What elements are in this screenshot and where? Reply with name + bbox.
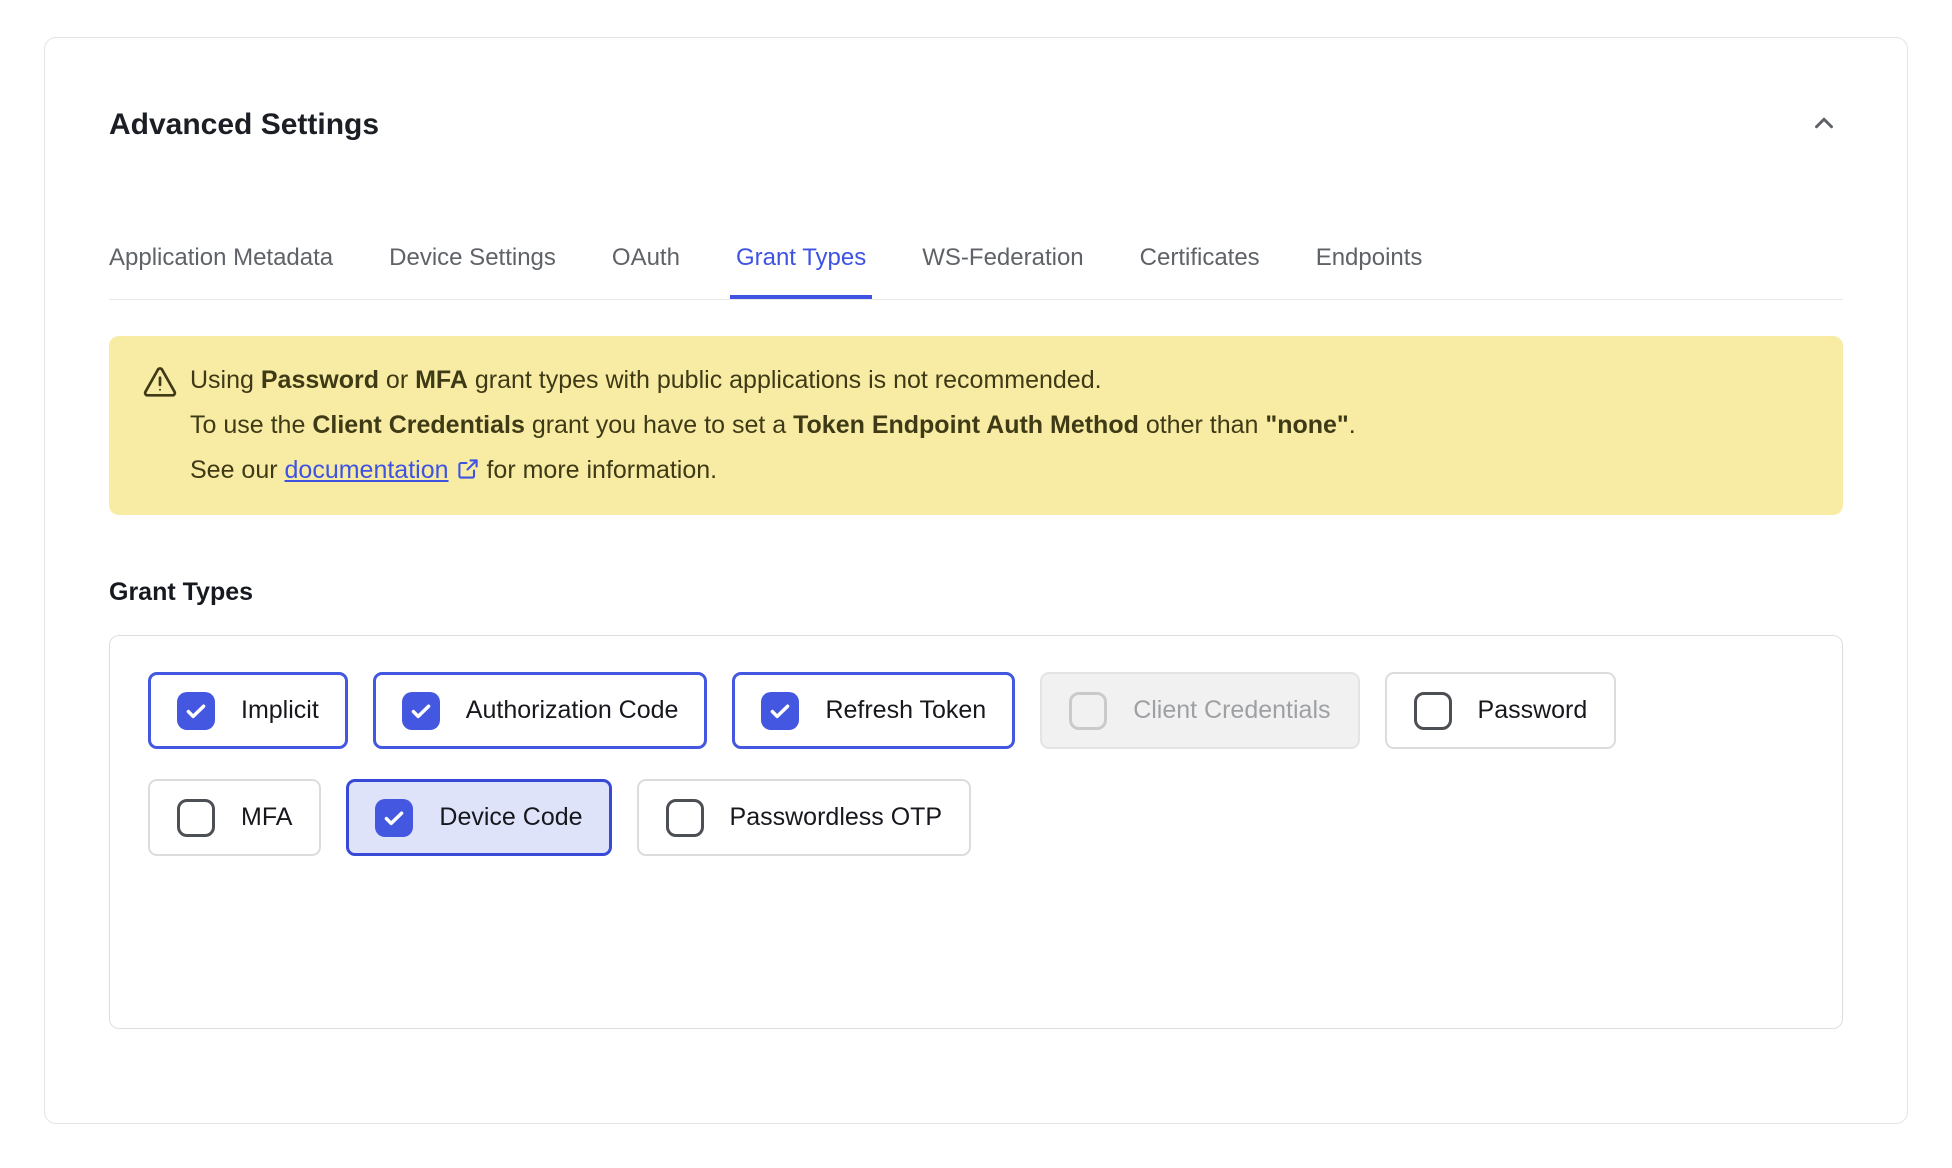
warning-text-segment: See our [190,456,285,484]
warning-text-segment: or [379,366,415,394]
grant-type-client-credentials: Client Credentials [1040,672,1359,749]
warning-text-segment: grant you have to set a [525,411,793,439]
warning-text-segment: for more information. [480,456,718,484]
grant-type-label: Device Code [439,803,582,832]
tabs: Application MetadataDevice SettingsOAuth… [109,243,1843,300]
warning-bold-text: Password [261,366,379,394]
tab-grant-types[interactable]: Grant Types [730,243,872,299]
advanced-settings-card: Advanced Settings Application Metadata De… [44,37,1908,1124]
grant-type-device-code[interactable]: Device Code [346,779,611,856]
grant-type-password[interactable]: Password [1385,672,1617,749]
tab-ws-federation[interactable]: WS-Federation [916,243,1089,299]
checkbox-checked-icon [375,799,413,837]
tab-oauth[interactable]: OAuth [606,243,686,299]
checkbox-checked-icon [402,692,440,730]
warning-text-segment: Using [190,366,261,394]
grant-type-label: Client Credentials [1133,696,1330,725]
grant-type-label: Implicit [241,696,319,725]
tab-application-metadata[interactable]: Application Metadata [103,243,339,299]
grant-type-label: Refresh Token [825,696,986,725]
checkbox-unchecked-icon [1069,692,1107,730]
grant-type-refresh-token[interactable]: Refresh Token [732,672,1015,749]
grant-type-mfa[interactable]: MFA [148,779,321,856]
tab-certificates[interactable]: Certificates [1134,243,1266,299]
warning-line-1: Using Password or MFA grant types with p… [190,358,1356,403]
warning-line-3: See our documentation for more informati… [190,448,1356,493]
warning-line-2: To use the Client Credentials grant you … [190,403,1356,448]
chevron-up-icon [1809,108,1839,141]
grant-type-passwordless-otp[interactable]: Passwordless OTP [637,779,972,856]
page-title: Advanced Settings [109,107,379,143]
warning-bold-text: Client Credentials [312,411,525,439]
warning-banner: Using Password or MFA grant types with p… [109,336,1843,515]
grant-types-group: Implicit Authorization Code Refresh Token C… [109,635,1843,1029]
warning-text-segment: other than [1139,411,1265,439]
grant-type-label: Authorization Code [466,696,679,725]
tab-endpoints[interactable]: Endpoints [1310,243,1429,299]
grant-types-row: Implicit Authorization Code Refresh Token C… [148,672,1616,749]
checkbox-unchecked-icon [177,799,215,837]
page: Advanced Settings Application Metadata De… [0,0,1952,1168]
warning-text-segment: . [1349,411,1356,439]
collapse-section-button[interactable] [1805,104,1843,145]
documentation-link[interactable]: documentation [285,456,449,484]
checkbox-unchecked-icon [1414,692,1452,730]
grant-type-label: Password [1478,696,1588,725]
external-link-icon [456,451,480,475]
grant-types-row: MFA Device Code Passwordless OTP [148,779,971,856]
warning-triangle-icon [141,363,179,401]
warning-text-segment: To use the [190,411,312,439]
tab-device-settings[interactable]: Device Settings [383,243,562,299]
warning-text-segment: grant types with public applications is … [468,366,1102,394]
warning-bold-text: MFA [415,366,468,394]
checkbox-checked-icon [761,692,799,730]
checkbox-unchecked-icon [666,799,704,837]
grant-type-authorization-code[interactable]: Authorization Code [373,672,708,749]
grant-types-heading: Grant Types [109,577,1843,607]
grant-type-implicit[interactable]: Implicit [148,672,348,749]
warning-bold-text: "none" [1265,411,1348,439]
checkbox-checked-icon [177,692,215,730]
grant-type-label: Passwordless OTP [730,803,943,832]
card-header: Advanced Settings [109,104,1843,145]
warning-bold-text: Token Endpoint Auth Method [793,411,1139,439]
warning-text: Using Password or MFA grant types with p… [190,358,1356,493]
grant-type-label: MFA [241,803,292,832]
